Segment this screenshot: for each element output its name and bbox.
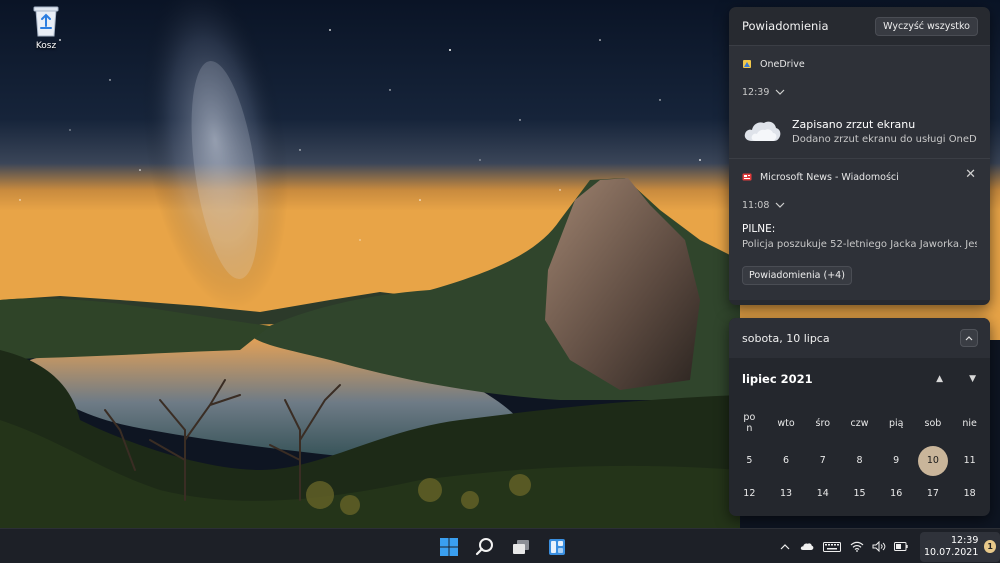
clock-button[interactable]: 12:39 10.07.2021 1 — [920, 531, 1000, 562]
notification-app-name: Microsoft News - Wiadomości — [760, 171, 899, 183]
notification-title-text: Zapisano zrzut ekranu — [792, 117, 916, 131]
calendar-month-label[interactable]: lipiec 2021 — [742, 372, 813, 386]
calendar-day[interactable]: 6 — [768, 444, 805, 477]
weekday-tuesday: wto — [777, 418, 795, 429]
recycle-bin-label: Kosz — [35, 41, 57, 51]
calendar-date-header: sobota, 10 lipca — [742, 331, 830, 345]
more-notifications-button[interactable]: Powiadomienia (+4) — [742, 266, 852, 285]
calendar-day[interactable]: 5 — [731, 444, 768, 477]
calendar-day[interactable]: 13 — [768, 477, 805, 510]
calendar-day[interactable]: 15 — [841, 477, 878, 510]
widgets-button[interactable] — [545, 535, 569, 559]
calendar-day[interactable]: 17 — [915, 477, 952, 510]
onedrive-cloud-icon — [800, 543, 814, 550]
chevron-up-icon — [780, 543, 790, 549]
weekday-saturday: sob — [924, 418, 942, 429]
recycle-bin-shortcut[interactable]: Kosz — [22, 4, 70, 51]
next-month-icon[interactable]: ▼ — [969, 374, 976, 384]
widgets-icon — [549, 538, 565, 555]
notification-count-badge: 1 — [984, 540, 996, 553]
calendar-day[interactable]: 8 — [841, 444, 878, 477]
calendar-day[interactable]: 11 — [951, 444, 988, 477]
weekday-wednesday: śro — [815, 418, 831, 429]
wifi-icon — [850, 541, 864, 552]
battery-button[interactable] — [891, 537, 911, 557]
weekday-monday: po n — [743, 412, 756, 434]
network-button[interactable] — [847, 537, 867, 557]
cloud-icon — [744, 121, 781, 141]
start-button[interactable] — [437, 535, 461, 559]
weekday-thursday: czw — [850, 418, 869, 429]
onedrive-tray-button[interactable] — [797, 537, 817, 557]
today-marker: 10 — [917, 445, 948, 476]
notification-header: Powiadomienia Wyczyść wszystko — [729, 7, 990, 45]
recycle-bin-icon — [33, 6, 59, 37]
clear-all-button[interactable]: Wyczyść wszystko — [875, 16, 978, 36]
chevron-up-icon — [965, 335, 973, 340]
chevron-down-icon — [775, 89, 785, 95]
notification-body-text: Policja poszukuje 52-letniego Jacka Jawo… — [742, 239, 977, 250]
input-indicator-button[interactable] — [819, 537, 845, 557]
chevron-down-icon — [775, 202, 785, 208]
news-app-icon — [742, 173, 752, 181]
search-icon — [475, 537, 493, 555]
start-icon — [440, 537, 458, 556]
calendar-day-today[interactable]: 10 — [915, 444, 952, 477]
volume-icon — [872, 541, 886, 552]
calendar-grid: po n wto śro czw pią sob nie 5 6 7 8 9 10… — [729, 400, 990, 510]
calendar-day[interactable]: 12 — [731, 477, 768, 510]
notification-body-text: Dodano zrzut ekranu do usługi OneDri — [792, 133, 977, 145]
task-view-icon — [513, 539, 529, 554]
volume-button[interactable] — [869, 537, 889, 557]
notification-time: 11:08 — [742, 199, 770, 211]
calendar-day[interactable]: 18 — [951, 477, 988, 510]
battery-icon — [894, 542, 908, 551]
notification-center: Powiadomienia Wyczyść wszystko OneDrive … — [729, 7, 990, 305]
calendar-day[interactable]: 7 — [804, 444, 841, 477]
close-icon[interactable]: ✕ — [965, 168, 976, 182]
notification-expand-toggle[interactable]: 11:08 — [742, 193, 977, 217]
calendar-collapse-button[interactable] — [960, 329, 978, 347]
weekday-sunday: nie — [962, 418, 977, 429]
calendar-day[interactable]: 14 — [804, 477, 841, 510]
weekday-friday: pią — [888, 418, 904, 429]
task-view-button[interactable] — [509, 535, 533, 559]
calendar-day[interactable]: 16 — [878, 477, 915, 510]
notification-expand-toggle[interactable]: 12:39 — [742, 80, 977, 104]
taskbar-time: 12:39 — [951, 534, 979, 546]
notification-microsoft-news[interactable]: Microsoft News - Wiadomości ✕ 11:08 PILN… — [729, 158, 990, 300]
notification-onedrive[interactable]: OneDrive 12:39 Zapisano zrzut ekranu Dod… — [729, 45, 990, 158]
previous-month-icon[interactable]: ▲ — [936, 374, 943, 384]
show-hidden-icons-button[interactable] — [775, 537, 795, 557]
calendar-day[interactable]: 9 — [878, 444, 915, 477]
onedrive-app-icon — [743, 60, 751, 68]
notification-app-name: OneDrive — [760, 58, 805, 70]
notification-title-text: PILNE: — [742, 223, 776, 235]
taskbar-date: 10.07.2021 — [924, 546, 979, 558]
search-button[interactable] — [473, 535, 497, 559]
notification-time: 12:39 — [742, 86, 770, 98]
notification-title: Powiadomienia — [742, 19, 829, 33]
calendar-flyout: sobota, 10 lipca lipiec 2021 ▲ ▼ po n wto… — [729, 318, 990, 516]
keyboard-icon — [823, 541, 841, 552]
taskbar: 12:39 10.07.2021 1 — [0, 528, 1000, 563]
